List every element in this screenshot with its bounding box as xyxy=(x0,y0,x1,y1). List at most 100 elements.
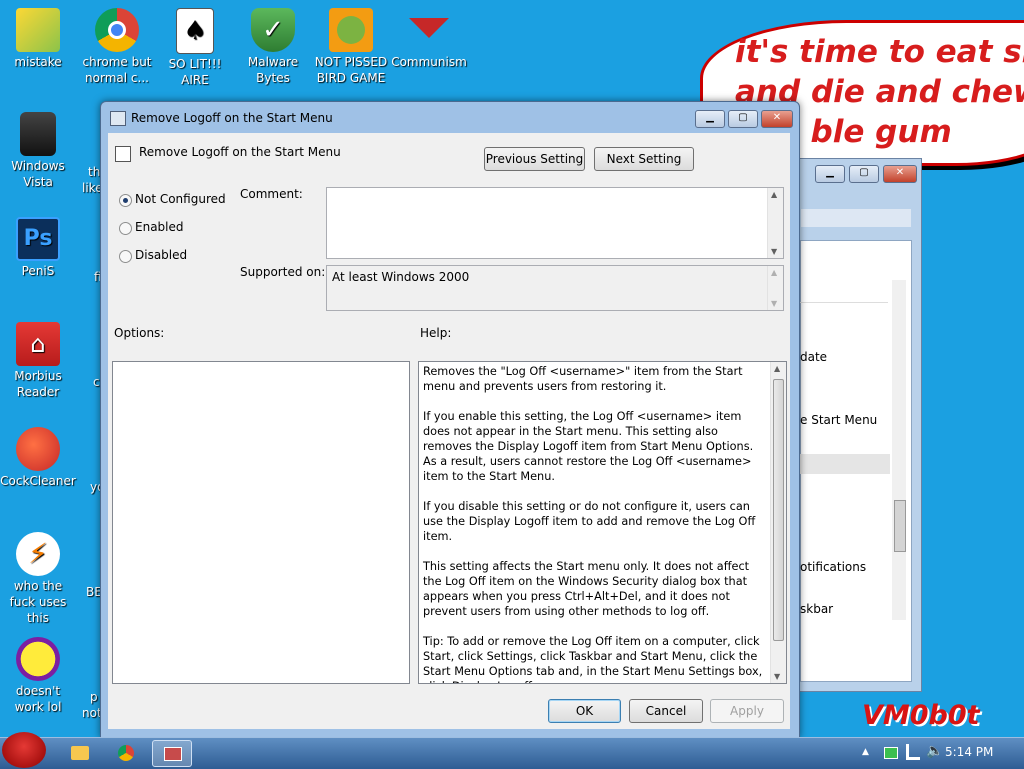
scroll-down-icon[interactable]: ▼ xyxy=(774,672,780,681)
partial-label: th xyxy=(88,165,101,179)
scroll-up-icon[interactable]: ▲ xyxy=(771,190,777,199)
desktop-icon-yahoo[interactable]: doesn't work lol xyxy=(0,637,76,715)
supported-on-label: Supported on: xyxy=(240,265,326,279)
desktop-icon-label: Windows Vista xyxy=(11,159,65,189)
comment-textarea[interactable]: ▲ ▼ xyxy=(326,187,784,259)
partial-label: c xyxy=(93,375,100,389)
bg-list-item[interactable]: e Start Menu xyxy=(800,413,877,427)
emblem-icon xyxy=(407,8,451,52)
desktop-icon-windows-vista[interactable]: Windows Vista xyxy=(0,112,76,190)
comment-scrollbar[interactable]: ▲ ▼ xyxy=(767,188,783,258)
desktop-icon-cockcleaner[interactable]: CockCleaner xyxy=(0,427,76,489)
not-configured-radio[interactable] xyxy=(119,194,132,207)
ok-button[interactable]: OK xyxy=(548,699,621,723)
options-panel xyxy=(112,361,410,684)
window-title: Remove Logoff on the Start Menu xyxy=(131,111,333,125)
desktop-icon-solitaire[interactable]: ♠ SO LIT!!! AIRE xyxy=(157,8,233,88)
comment-label: Comment: xyxy=(240,187,303,201)
taskbar: ▲ 🔈 xyxy=(0,732,1024,769)
taskbar-explorer[interactable] xyxy=(60,740,100,767)
disabled-radio[interactable] xyxy=(119,250,132,263)
setting-name: Remove Logoff on the Start Menu xyxy=(139,145,341,159)
enabled-radio[interactable] xyxy=(119,222,132,235)
disabled-label[interactable]: Disabled xyxy=(135,248,187,262)
clock[interactable]: 5:14 PM xyxy=(945,745,993,759)
desktop-icon-label: SO LIT!!! AIRE xyxy=(168,57,222,87)
desktop-icon-mistake[interactable]: mistake xyxy=(0,8,76,70)
taskbar-group-policy[interactable] xyxy=(152,740,192,767)
scroll-down-icon[interactable]: ▼ xyxy=(771,299,777,308)
desktop-icon-label: Communism xyxy=(391,55,467,69)
help-scrollbar[interactable]: ▲ ▼ xyxy=(770,362,786,683)
desktop-icon-label: chrome but normal c... xyxy=(82,55,152,85)
action-center-icon[interactable] xyxy=(884,747,898,759)
help-paragraph: This setting affects the Start menu only… xyxy=(423,560,750,618)
volume-icon[interactable]: 🔈 xyxy=(926,743,943,759)
comment-value[interactable] xyxy=(327,188,783,194)
desktop-icon-bird-game[interactable]: NOT PISSED BIRD GAME xyxy=(313,8,389,86)
pig-icon xyxy=(329,8,373,52)
trash-bin-icon xyxy=(20,112,56,156)
bg-maximize-button[interactable]: ▢ xyxy=(849,165,879,183)
options-label: Options: xyxy=(114,326,165,340)
pdf-reader-icon: ⌂ xyxy=(16,322,60,366)
maximize-button[interactable]: ▢ xyxy=(728,110,758,128)
help-paragraph: Removes the "Log Off <username>" item fr… xyxy=(423,365,743,393)
enabled-label[interactable]: Enabled xyxy=(135,220,184,234)
lightning-icon: ⚡ xyxy=(16,532,60,576)
desktop-icon-malwarebytes[interactable]: ✓ Malware Bytes xyxy=(235,8,311,86)
scroll-up-icon[interactable]: ▲ xyxy=(774,364,780,373)
chrome-icon xyxy=(95,8,139,52)
next-setting-button[interactable]: Next Setting xyxy=(594,147,694,171)
bg-close-button[interactable]: ✕ xyxy=(883,165,917,183)
cancel-button[interactable]: Cancel xyxy=(629,699,703,723)
scroll-down-icon[interactable]: ▼ xyxy=(771,247,777,256)
desktop-icon-label: mistake xyxy=(14,55,62,69)
bg-list-item[interactable]: otifications xyxy=(800,560,866,574)
partial-label: not xyxy=(82,706,102,720)
bg-scroll-thumb[interactable] xyxy=(894,500,906,552)
bg-minimize-button[interactable]: ▁ xyxy=(815,165,845,183)
desktop-icon-communism[interactable]: Communism xyxy=(391,8,467,70)
partial-label: p xyxy=(90,690,98,704)
apply-button[interactable]: Apply xyxy=(710,699,784,723)
folder-icon xyxy=(16,8,60,52)
policy-setting-dialog: Remove Logoff on the Start Menu ▁ ▢ ✕ Re… xyxy=(100,101,800,738)
show-hidden-icons-icon[interactable]: ▲ xyxy=(862,747,869,757)
taskbar-chrome[interactable] xyxy=(106,740,146,767)
network-icon[interactable] xyxy=(906,744,920,760)
desktop-icon-penis[interactable]: Ps PeniS xyxy=(0,217,76,279)
background-list[interactable]: date e Start Menu otifications skbar xyxy=(800,280,906,620)
desktop-icon-morbius-reader[interactable]: ⌂ Morbius Reader xyxy=(0,322,76,400)
not-configured-label[interactable]: Not Configured xyxy=(135,192,226,206)
scroll-up-icon[interactable]: ▲ xyxy=(771,268,777,277)
desktop-icon-label: doesn't work lol xyxy=(14,684,62,714)
close-button[interactable]: ✕ xyxy=(761,110,793,128)
minimize-button[interactable]: ▁ xyxy=(695,110,725,128)
bg-list-item[interactable]: skbar xyxy=(800,602,833,616)
policy-icon xyxy=(115,146,131,162)
desktop-icon-label: NOT PISSED BIRD GAME xyxy=(314,55,388,85)
help-paragraph: If you disable this setting or do not co… xyxy=(423,500,756,543)
help-text: Removes the "Log Off <username>" item fr… xyxy=(423,364,769,683)
supported-on-field: At least Windows 2000 ▲ ▼ xyxy=(326,265,784,311)
previous-setting-button[interactable]: Previous Setting xyxy=(484,147,585,171)
bg-list-divider xyxy=(800,288,888,303)
supported-on-value: At least Windows 2000 xyxy=(332,270,470,284)
supported-scrollbar[interactable]: ▲ ▼ xyxy=(767,266,783,310)
help-paragraph: If you enable this setting, the Log Off … xyxy=(423,410,754,483)
desktop-icon-chrome[interactable]: chrome but normal c... xyxy=(79,8,155,86)
folder-icon xyxy=(71,746,89,760)
dialog-body: Remove Logoff on the Start Menu Previous… xyxy=(108,133,790,729)
help-panel[interactable]: Removes the "Log Off <username>" item fr… xyxy=(418,361,787,684)
desktop-icon-label: Malware Bytes xyxy=(247,55,299,85)
title-bar[interactable]: Remove Logoff on the Start Menu ▁ ▢ ✕ xyxy=(101,102,799,134)
start-button[interactable] xyxy=(2,732,46,768)
bg-list-item[interactable]: date xyxy=(800,350,827,364)
cleaner-icon xyxy=(16,427,60,471)
bg-list-selection xyxy=(800,454,890,474)
photoshop-icon: Ps xyxy=(16,217,60,261)
bg-scrollbar[interactable] xyxy=(892,280,906,620)
desktop-icon-who-uses-this[interactable]: ⚡ who the fuck uses this xyxy=(0,532,76,626)
help-scroll-thumb[interactable] xyxy=(773,379,784,641)
